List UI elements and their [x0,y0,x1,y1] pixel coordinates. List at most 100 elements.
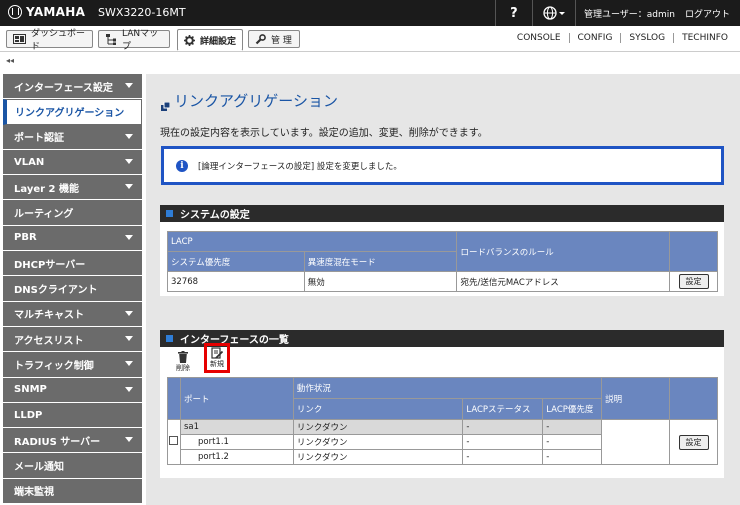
techinfo-link[interactable]: TECHINFO [673,33,736,43]
info-notice: i [論理インターフェースの設定] 設定を変更しました。 [161,146,724,185]
col-action [669,377,718,420]
page-title: リンクアグリゲーション [161,90,338,111]
console-link[interactable]: CONSOLE [509,33,569,43]
square-bullet-icon [166,210,173,217]
lan-map-icon [105,33,117,45]
new-button[interactable]: 新規 [204,343,230,373]
top-header: YAMAHA SWX3220-16MT ? 管理ユーザー：admin ログアウト [0,0,740,26]
logout-link[interactable]: ログアウト [683,7,740,20]
cell-mixed: 無効 [303,271,458,292]
row-select-cell [167,419,181,465]
cell-lacp-priority: - [542,419,603,435]
sidebar-item-lldp[interactable]: LLDP [3,402,142,429]
chevron-down-icon [125,361,133,367]
utility-links: CONSOLE CONFIG SYSLOG TECHINFO [509,33,736,43]
interface-list-panel: インターフェースの一覧 削除 新規 ポート 動作状況 説明 リンク LACPステ… [160,330,724,478]
sidebar-item-snmp[interactable]: SNMP [3,377,142,403]
col-status: 動作状況 [292,377,603,399]
col-mixed-speed: 異速度混在モード [303,251,458,272]
square-bullet-icon [166,335,173,342]
sidebar-item-routing[interactable]: ルーティング [3,200,142,226]
config-link[interactable]: CONFIG [568,33,621,43]
sidebar: インターフェース設定 リンクアグリゲーション ポート認証 VLAN Layer … [3,74,142,505]
cell-load-balance: 宛先/送信元MACアドレス [456,271,671,292]
cell-priority: 32768 [167,271,305,292]
info-icon: i [176,159,188,172]
sidebar-item-vlan[interactable]: VLAN [3,149,142,176]
cell-port: port1.1 [179,434,294,450]
row-checkbox[interactable] [169,436,178,445]
yamaha-logo: YAMAHA [8,5,85,19]
yamaha-logo-icon [8,5,22,19]
wrench-icon [255,33,266,45]
delete-button[interactable]: 削除 [172,351,194,373]
cell-lacp-status: - [462,419,544,435]
panel-header: インターフェースの一覧 [160,330,724,347]
tab-management[interactable]: 管 理 [248,30,300,48]
sidebar-item-dns-client[interactable]: DNSクライアント [3,276,142,302]
col-lacp-status: LACPステータス [462,398,544,420]
collapse-sidebar-button[interactable]: ◂◂ [6,56,14,65]
col-system-priority: システム優先度 [167,251,305,272]
interface-set-button[interactable]: 設定 [678,434,709,450]
chevron-down-icon [125,234,133,240]
sidebar-item-traffic-control[interactable]: トラフィック制御 [3,352,142,378]
syslog-link[interactable]: SYSLOG [620,33,673,43]
globe-icon [543,6,565,20]
chevron-down-icon [125,310,133,316]
cell-lacp-priority: - [542,449,603,465]
page-title-icon [161,97,171,115]
main-content: リンクアグリゲーション 現在の設定内容を表示しています。設定の追加、変更、削除が… [146,74,740,505]
chevron-down-icon [125,83,133,88]
model-name: SWX3220-16MT [98,6,186,19]
sidebar-item-link-aggregation[interactable]: リンクアグリゲーション [3,99,142,125]
system-settings-panel: システムの設定 LACP ロードバランスのルール システム優先度 異速度混在モー… [160,205,724,296]
col-action [669,231,718,272]
chevron-down-icon [125,437,133,443]
help-button[interactable]: ? [496,6,532,21]
col-checkbox [167,377,181,420]
dashboard-icon [13,34,26,44]
chevron-down-icon [125,386,133,392]
sidebar-item-mail-notification[interactable]: メール通知 [3,453,142,479]
sidebar-item-radius-server[interactable]: RADIUS サーバー [3,428,142,454]
trash-icon [178,351,188,363]
cell-link: リンクダウン [292,419,464,435]
sidebar-item-layer2[interactable]: Layer 2 機能 [3,175,142,201]
page-description: 現在の設定内容を表示しています。設定の追加、変更、削除ができます。 [160,128,488,139]
sidebar-item-port-auth[interactable]: ポート認証 [3,124,142,150]
col-port: ポート [179,377,294,420]
tab-advanced-settings[interactable]: 詳細設定 [177,29,243,51]
current-user: 管理ユーザー：admin [583,9,675,20]
chevron-down-icon [125,335,133,341]
table-row: 32768 無効 宛先/送信元MACアドレス 設定 [167,271,718,292]
sidebar-item-dhcp-server[interactable]: DHCPサーバー [3,251,142,277]
cell-link: リンクダウン [292,449,464,465]
col-description: 説明 [601,377,670,420]
tab-lan-map[interactable]: LANマップ [98,29,170,52]
sidebar-item-terminal-monitor[interactable]: 端末監視 [3,478,142,505]
edit-icon [211,347,223,359]
sidebar-item-multicast[interactable]: マルチキャスト [3,301,142,327]
language-button[interactable] [533,6,575,20]
chevron-down-icon [125,184,133,190]
interface-table: ポート 動作状況 説明 リンク LACPステータス LACP優先度 sa1 リン… [167,377,718,465]
cell-lacp-priority: - [542,434,603,450]
col-load-balance: ロードバランスのルール [456,231,671,272]
col-lacp-priority: LACP優先度 [542,398,603,420]
cell-description [601,419,670,465]
lacp-header: LACP [166,231,458,252]
sidebar-item-pbr[interactable]: PBR [3,225,142,252]
tab-dashboard[interactable]: ダッシュボード [6,29,93,52]
chevron-down-icon [125,133,133,139]
sidebar-item-access-list[interactable]: アクセスリスト [3,326,142,353]
sidebar-item-interface-settings[interactable]: インターフェース設定 [3,74,142,100]
cell-lacp-status: - [462,434,544,450]
system-settings-table: LACP ロードバランスのルール システム優先度 異速度混在モード 32768 … [166,231,718,292]
nav-bar: ダッシュボード LANマップ 詳細設定 管 理 CONSOLE CONFIG S… [0,26,740,52]
system-set-button[interactable]: 設定 [678,274,709,289]
panel-header: システムの設定 [160,205,724,222]
chevron-down-icon [125,158,133,164]
col-link: リンク [292,398,464,420]
cell-port: port1.2 [179,449,294,465]
